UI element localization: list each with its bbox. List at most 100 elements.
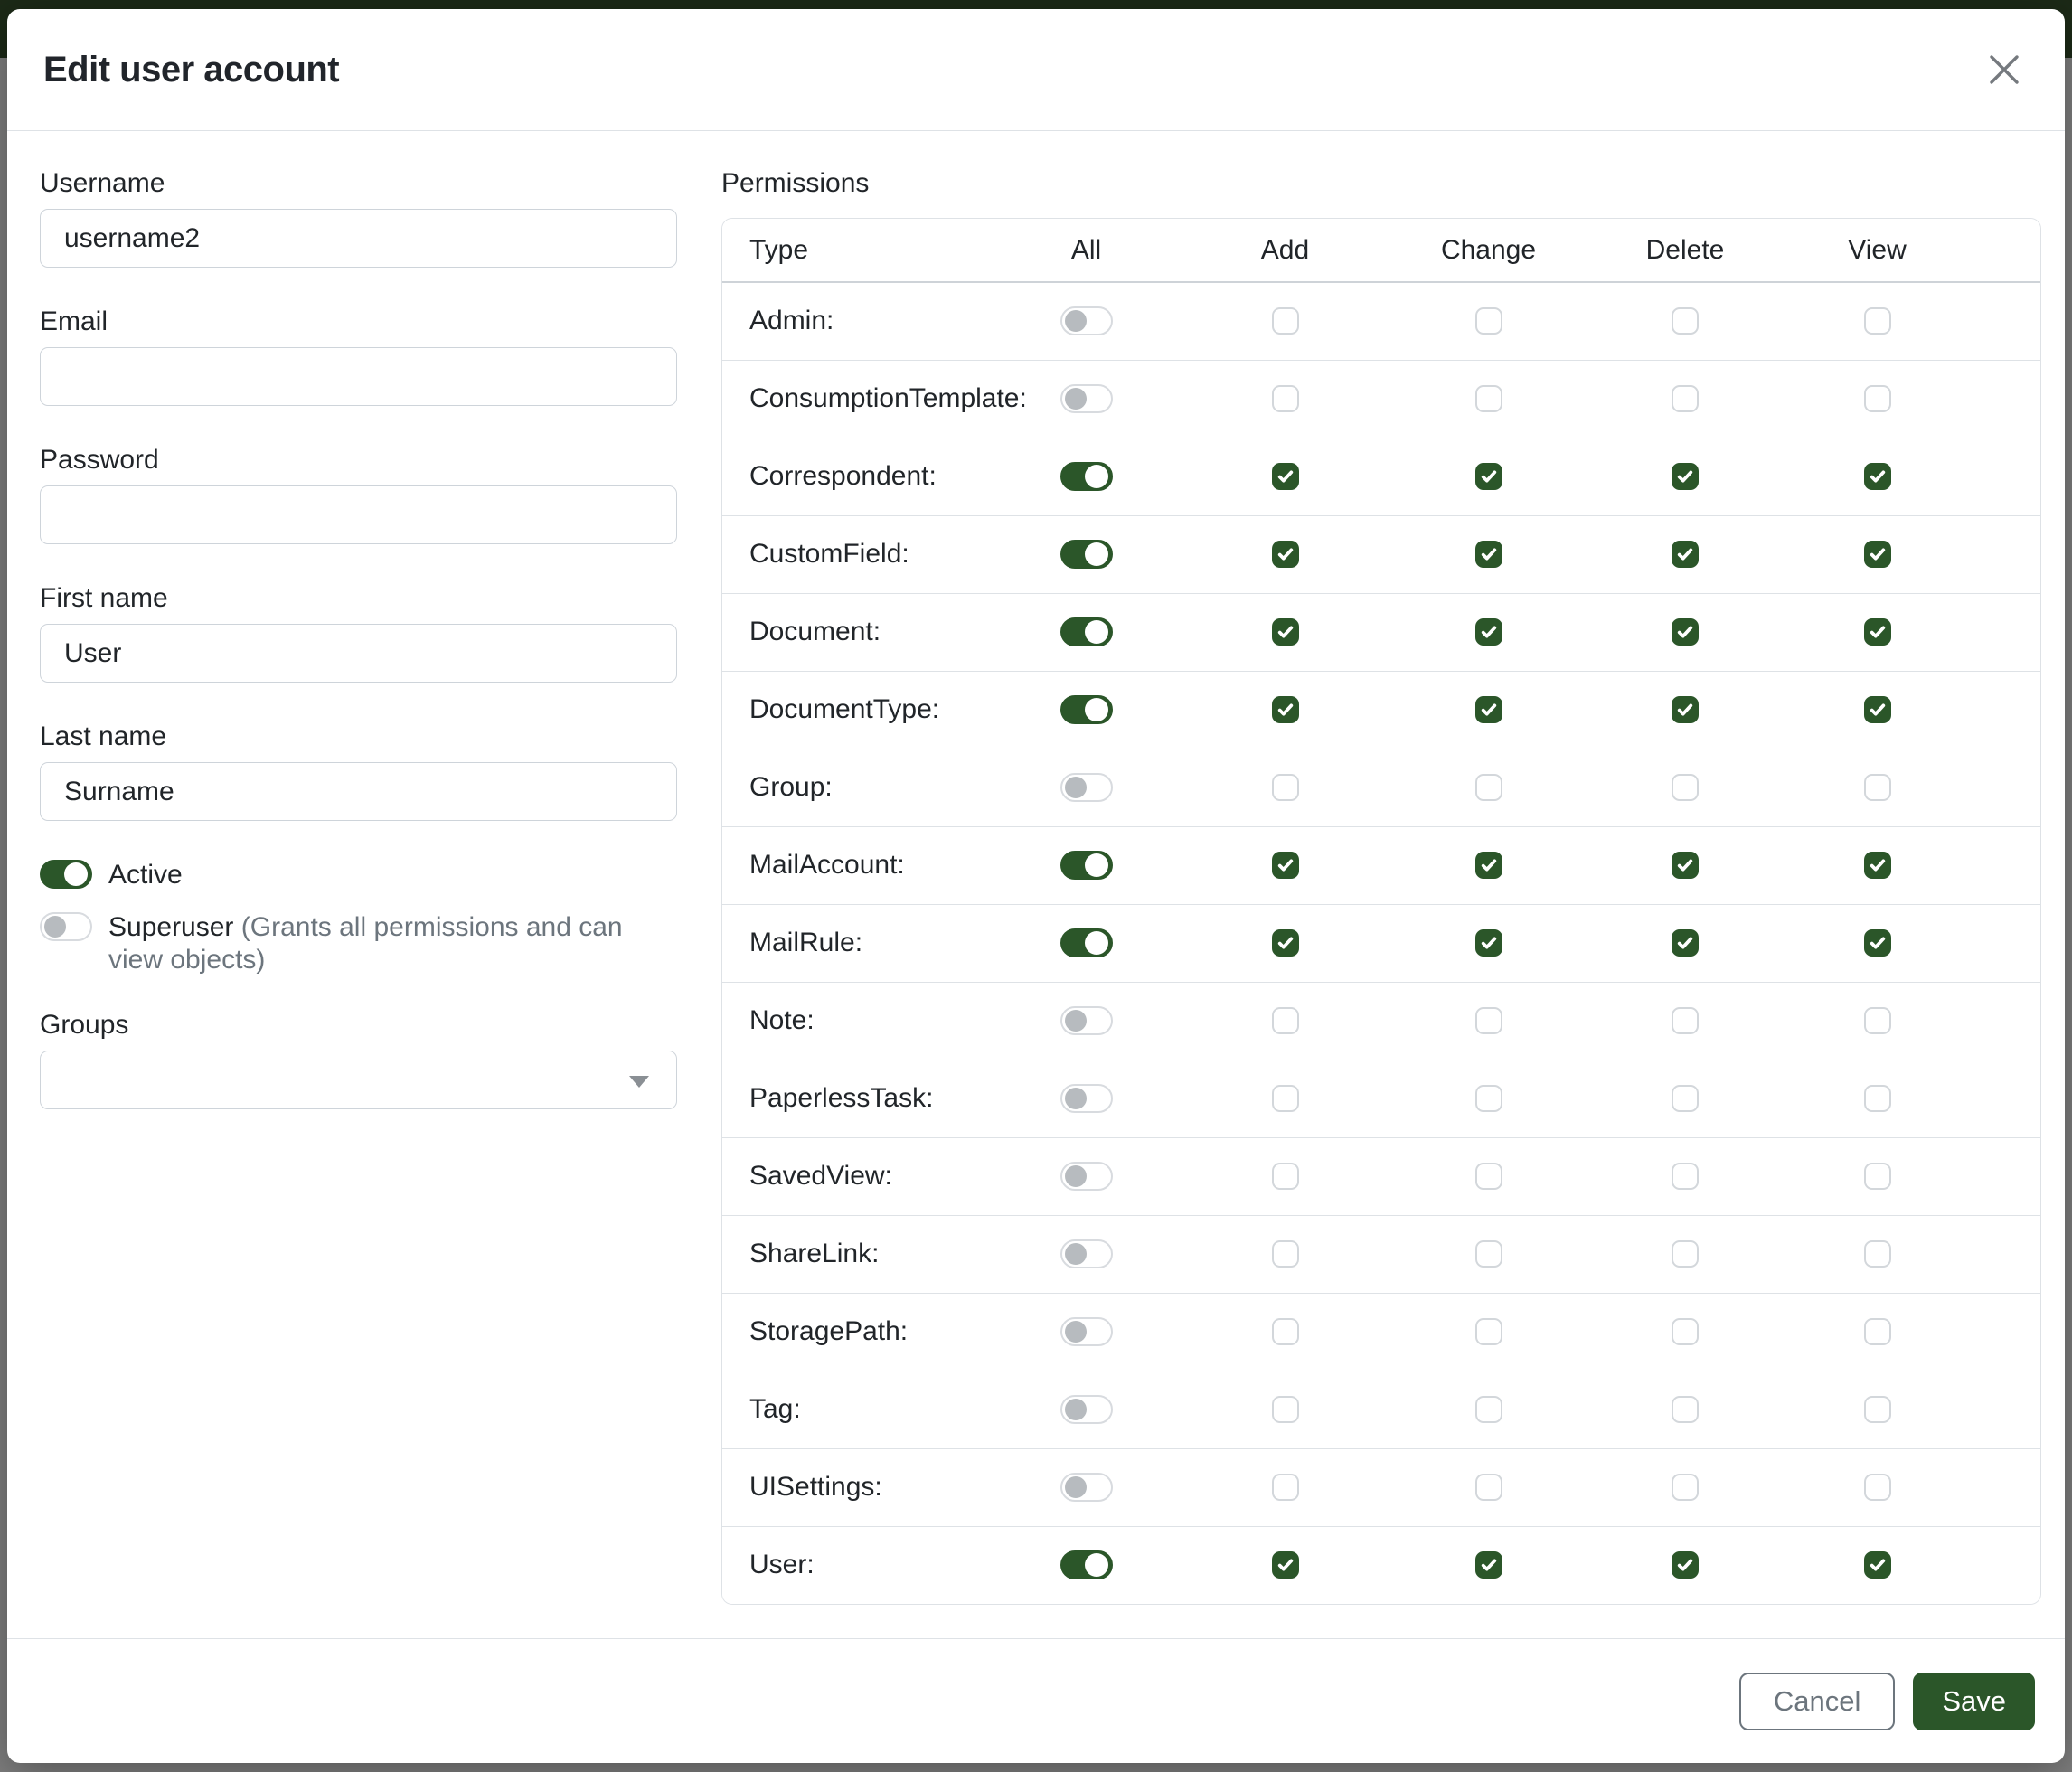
permission-checkbox-delete[interactable]	[1672, 1240, 1699, 1268]
permission-checkbox-change[interactable]	[1475, 307, 1502, 335]
permission-checkbox-add[interactable]	[1272, 385, 1299, 412]
permission-checkbox-view[interactable]	[1864, 774, 1891, 801]
permission-checkbox-add[interactable]	[1272, 541, 1299, 568]
permission-checkbox-add[interactable]	[1272, 1474, 1299, 1501]
close-button[interactable]	[1980, 45, 2029, 94]
permission-toggle-all[interactable]	[1060, 695, 1113, 724]
dialog-title: Edit user account	[43, 50, 339, 90]
email-input[interactable]	[40, 347, 677, 406]
permission-checkbox-delete[interactable]	[1672, 1085, 1699, 1112]
permission-checkbox-view[interactable]	[1864, 541, 1891, 568]
permission-toggle-all[interactable]	[1060, 1162, 1113, 1191]
permission-checkbox-delete[interactable]	[1672, 1163, 1699, 1190]
permission-checkbox-change[interactable]	[1475, 929, 1502, 957]
permission-checkbox-view[interactable]	[1864, 618, 1891, 646]
permission-checkbox-delete[interactable]	[1672, 929, 1699, 957]
permission-toggle-all[interactable]	[1060, 306, 1113, 335]
toggle-knob	[1065, 1476, 1087, 1498]
permission-checkbox-view[interactable]	[1864, 1163, 1891, 1190]
permission-checkbox-add[interactable]	[1272, 1396, 1299, 1423]
superuser-toggle[interactable]	[40, 912, 92, 941]
permission-checkbox-change[interactable]	[1475, 774, 1502, 801]
permission-toggle-all[interactable]	[1060, 1473, 1113, 1502]
permission-toggle-all[interactable]	[1060, 1006, 1113, 1035]
permission-checkbox-change[interactable]	[1475, 541, 1502, 568]
permission-checkbox-change[interactable]	[1475, 1551, 1502, 1579]
permission-checkbox-view[interactable]	[1864, 1007, 1891, 1034]
permission-checkbox-view[interactable]	[1864, 1240, 1891, 1268]
password-input[interactable]	[40, 485, 677, 544]
permission-checkbox-view[interactable]	[1864, 1396, 1891, 1423]
permission-checkbox-delete[interactable]	[1672, 385, 1699, 412]
permission-checkbox-delete[interactable]	[1672, 774, 1699, 801]
permission-checkbox-delete[interactable]	[1672, 1318, 1699, 1345]
permission-checkbox-delete[interactable]	[1672, 852, 1699, 879]
permission-checkbox-delete[interactable]	[1672, 618, 1699, 646]
permission-toggle-all[interactable]	[1060, 462, 1113, 491]
permission-checkbox-change[interactable]	[1475, 1396, 1502, 1423]
permission-checkbox-view[interactable]	[1864, 929, 1891, 957]
permission-toggle-all[interactable]	[1060, 617, 1113, 646]
active-toggle[interactable]	[40, 860, 92, 889]
permission-checkbox-delete[interactable]	[1672, 463, 1699, 490]
permission-toggle-all[interactable]	[1060, 540, 1113, 569]
permission-checkbox-view[interactable]	[1864, 463, 1891, 490]
permission-checkbox-change[interactable]	[1475, 463, 1502, 490]
permission-checkbox-change[interactable]	[1475, 1163, 1502, 1190]
permission-toggle-all[interactable]	[1060, 1395, 1113, 1424]
permission-toggle-all[interactable]	[1060, 384, 1113, 413]
permission-toggle-all[interactable]	[1060, 1317, 1113, 1346]
permission-checkbox-add[interactable]	[1272, 1240, 1299, 1268]
permission-checkbox-add[interactable]	[1272, 1318, 1299, 1345]
permission-checkbox-change[interactable]	[1475, 1007, 1502, 1034]
permission-checkbox-add[interactable]	[1272, 1163, 1299, 1190]
permission-toggle-all[interactable]	[1060, 1239, 1113, 1268]
permission-checkbox-view[interactable]	[1864, 1318, 1891, 1345]
permission-toggle-all[interactable]	[1060, 773, 1113, 802]
permission-toggle-all[interactable]	[1060, 928, 1113, 957]
permission-checkbox-add[interactable]	[1272, 618, 1299, 646]
permission-checkbox-view[interactable]	[1864, 385, 1891, 412]
permission-checkbox-delete[interactable]	[1672, 1474, 1699, 1501]
permission-checkbox-delete[interactable]	[1672, 1396, 1699, 1423]
permission-checkbox-change[interactable]	[1475, 618, 1502, 646]
permission-checkbox-change[interactable]	[1475, 852, 1502, 879]
permission-checkbox-view[interactable]	[1864, 1085, 1891, 1112]
permission-toggle-all[interactable]	[1060, 1084, 1113, 1113]
permission-checkbox-delete[interactable]	[1672, 1551, 1699, 1579]
permission-checkbox-add[interactable]	[1272, 852, 1299, 879]
permission-toggle-all[interactable]	[1060, 1550, 1113, 1579]
permission-checkbox-view[interactable]	[1864, 307, 1891, 335]
first-name-input[interactable]	[40, 624, 677, 683]
last-name-input[interactable]	[40, 762, 677, 821]
permission-checkbox-add[interactable]	[1272, 1085, 1299, 1112]
permission-checkbox-add[interactable]	[1272, 929, 1299, 957]
username-input[interactable]	[40, 209, 677, 268]
cancel-button[interactable]: Cancel	[1739, 1673, 1896, 1730]
superuser-label: Superuser	[108, 912, 233, 942]
permission-checkbox-change[interactable]	[1475, 1474, 1502, 1501]
permission-checkbox-add[interactable]	[1272, 1007, 1299, 1034]
permission-checkbox-delete[interactable]	[1672, 541, 1699, 568]
permission-checkbox-change[interactable]	[1475, 385, 1502, 412]
permission-checkbox-change[interactable]	[1475, 1240, 1502, 1268]
permission-checkbox-change[interactable]	[1475, 1318, 1502, 1345]
permission-checkbox-change[interactable]	[1475, 1085, 1502, 1112]
permission-toggle-all[interactable]	[1060, 851, 1113, 880]
permission-checkbox-add[interactable]	[1272, 1551, 1299, 1579]
permission-checkbox-view[interactable]	[1864, 1474, 1891, 1501]
permission-checkbox-view[interactable]	[1864, 852, 1891, 879]
user-form: Username Email Password First name Last …	[40, 167, 677, 1638]
permission-checkbox-add[interactable]	[1272, 774, 1299, 801]
permission-checkbox-add[interactable]	[1272, 696, 1299, 723]
permission-checkbox-delete[interactable]	[1672, 307, 1699, 335]
permission-checkbox-add[interactable]	[1272, 307, 1299, 335]
permission-checkbox-view[interactable]	[1864, 696, 1891, 723]
save-button[interactable]: Save	[1913, 1673, 2035, 1730]
permission-checkbox-view[interactable]	[1864, 1551, 1891, 1579]
permission-checkbox-delete[interactable]	[1672, 1007, 1699, 1034]
groups-select[interactable]	[40, 1051, 677, 1109]
permission-checkbox-change[interactable]	[1475, 696, 1502, 723]
permission-checkbox-delete[interactable]	[1672, 696, 1699, 723]
permission-checkbox-add[interactable]	[1272, 463, 1299, 490]
